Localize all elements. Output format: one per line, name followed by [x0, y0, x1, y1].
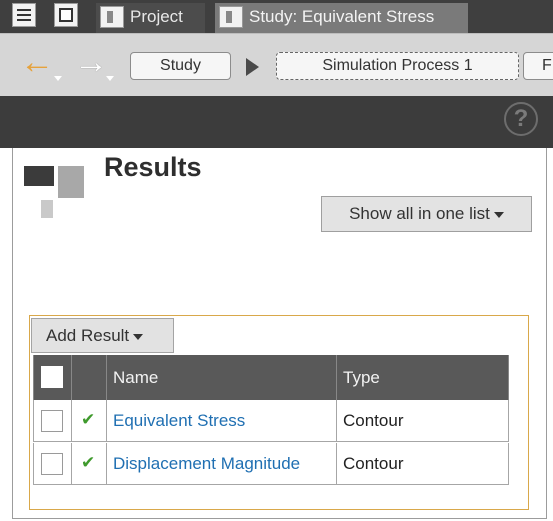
row-checkbox[interactable] — [41, 410, 63, 432]
list-icon[interactable] — [12, 3, 36, 27]
add-result-label: Add Result — [46, 326, 130, 345]
help-icon[interactable]: ? — [504, 102, 538, 136]
row-status-cell: ✔ — [71, 400, 106, 441]
result-type-cell: Contour — [336, 400, 509, 441]
row-select-cell — [33, 443, 71, 484]
arrow-right-icon[interactable]: → — [74, 42, 108, 82]
breadcrumb-next[interactable]: F — [523, 52, 553, 80]
show-all-label: Show all in one list — [349, 204, 490, 223]
forward-history-dropdown-icon[interactable] — [106, 76, 114, 81]
table-row: ✔ Equivalent Stress Contour — [33, 400, 509, 442]
checkmark-icon: ✔ — [81, 453, 96, 472]
row-checkbox[interactable] — [41, 453, 63, 475]
navigation-bar: ← → Study Simulation Process 1 F — [0, 33, 553, 96]
checkmark-icon: ✔ — [81, 410, 96, 429]
toolbar-strip: ? — [0, 96, 553, 148]
select-all-checkbox[interactable] — [41, 366, 63, 388]
row-select-cell — [33, 400, 71, 441]
top-tab-bar: Project Study: Equivalent Stress — [0, 0, 553, 33]
column-header-type[interactable]: Type — [336, 355, 509, 400]
document-icon — [219, 6, 243, 28]
result-name-link[interactable]: Equivalent Stress — [106, 400, 336, 441]
arrow-left-icon[interactable]: ← — [20, 42, 54, 82]
page-title: Results — [104, 152, 202, 182]
header-select-cell — [33, 355, 71, 400]
header-status-cell — [71, 355, 106, 400]
tab-project[interactable]: Project — [96, 3, 205, 33]
tab-label: Study: Equivalent Stress — [249, 7, 435, 26]
row-status-cell: ✔ — [71, 443, 106, 484]
back-history-dropdown-icon[interactable] — [54, 76, 62, 81]
table-header-row: Name Type — [33, 355, 509, 400]
chevron-down-icon — [133, 333, 144, 340]
tab-study-equivalent-stress[interactable]: Study: Equivalent Stress — [215, 3, 468, 33]
breadcrumb-separator-icon — [246, 58, 259, 76]
column-header-name[interactable]: Name — [106, 355, 336, 400]
table-row: ✔ Displacement Magnitude Contour — [33, 443, 509, 485]
chevron-down-icon — [493, 211, 504, 218]
breadcrumb-study[interactable]: Study — [130, 52, 231, 80]
result-name-link[interactable]: Displacement Magnitude — [106, 443, 336, 484]
window-icon[interactable] — [54, 3, 78, 27]
document-icon — [100, 6, 124, 28]
results-logo-icon — [24, 166, 88, 222]
breadcrumb-simulation-process[interactable]: Simulation Process 1 — [276, 52, 519, 80]
result-type-cell: Contour — [336, 443, 509, 484]
show-all-in-one-list-button[interactable]: Show all in one list — [321, 196, 532, 232]
tab-label: Project — [130, 7, 183, 26]
add-result-button[interactable]: Add Result — [31, 318, 174, 353]
